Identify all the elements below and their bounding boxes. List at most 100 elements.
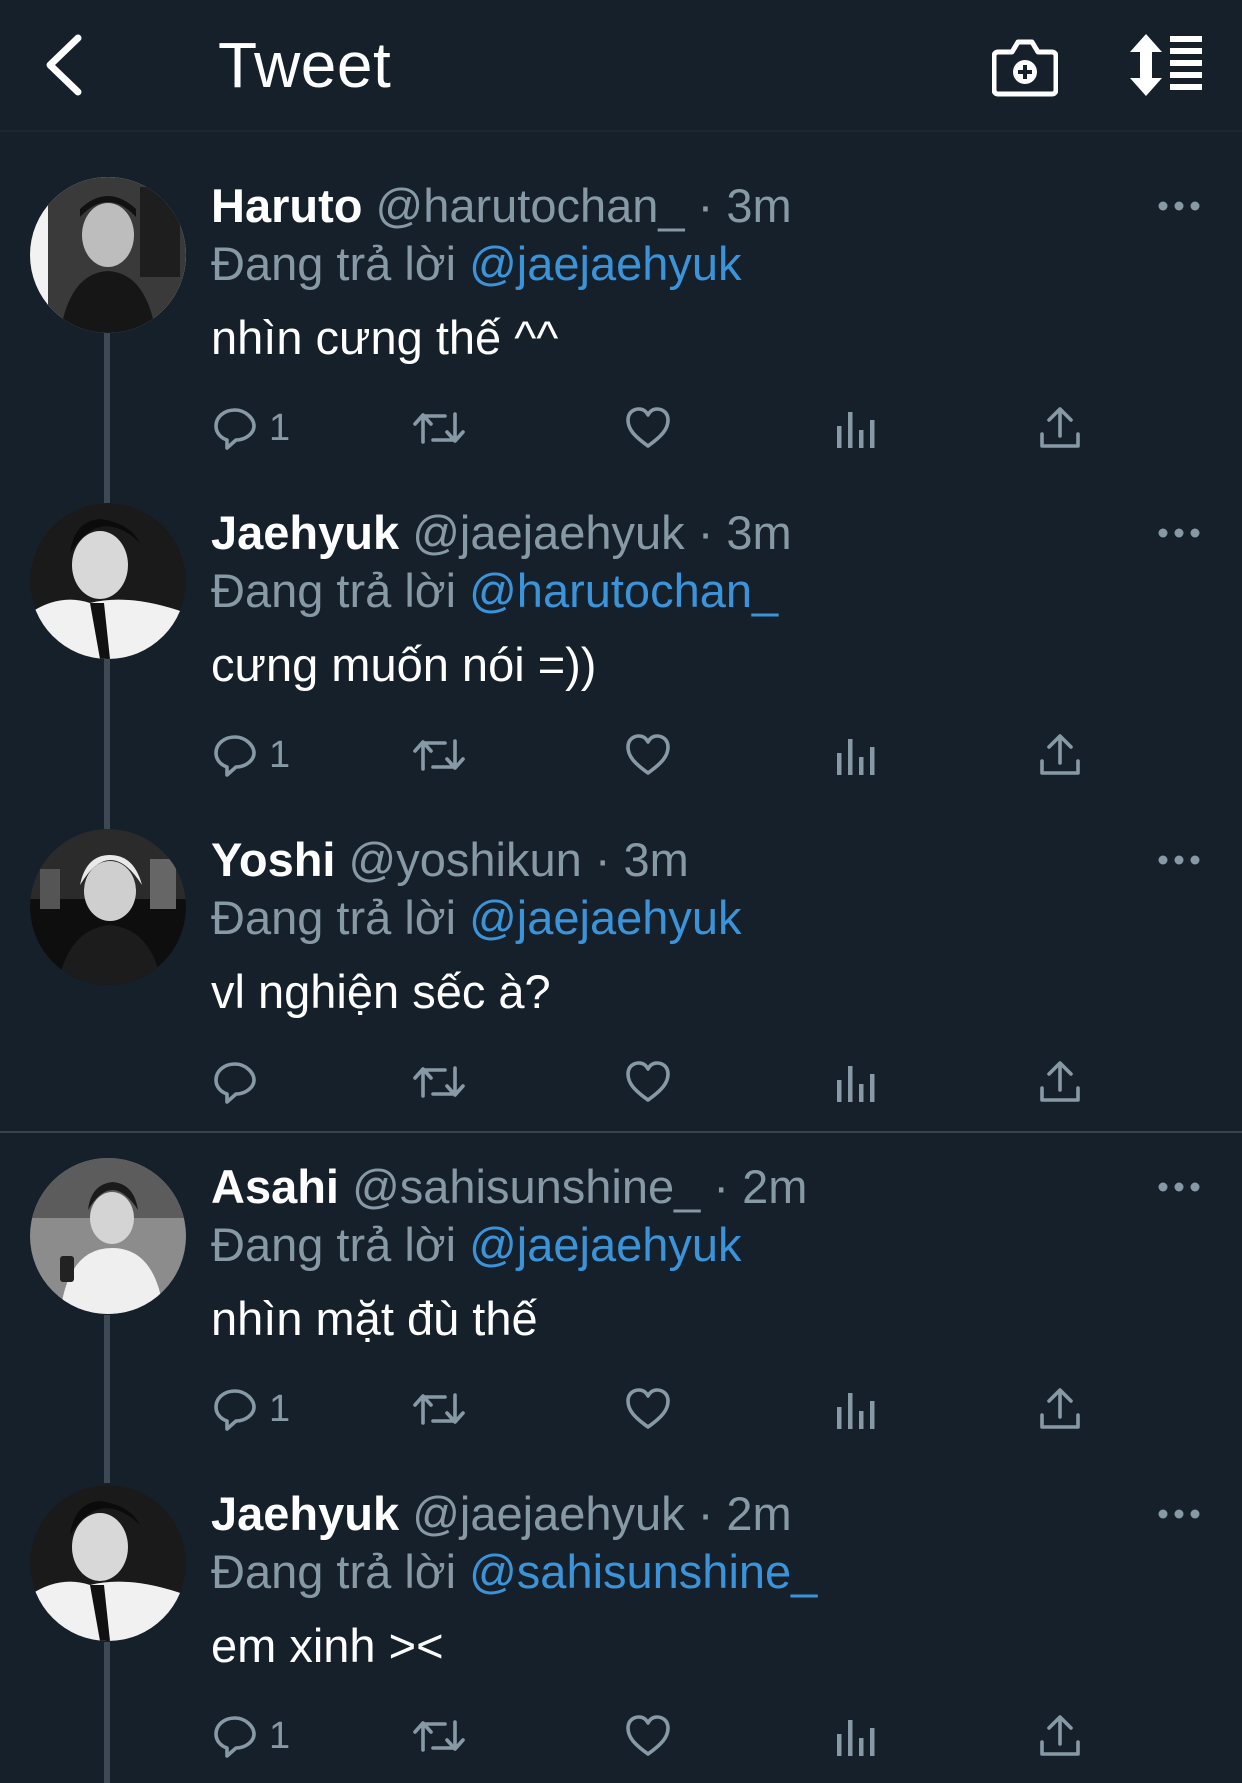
replying-to-label: Đang trả lời <box>211 564 457 617</box>
reply-mention[interactable]: @jaejaehyuk <box>469 891 741 944</box>
replying-to: Đang trả lời @jaejaehyuk <box>211 890 742 945</box>
reply-count: 1 <box>269 406 291 449</box>
tweet-text: em xinh >< <box>211 1619 444 1672</box>
sort-list-icon <box>1130 34 1202 96</box>
tweet-actions: 1 <box>211 398 1111 458</box>
tweet-text: vl nghiện sếc à? <box>211 965 551 1018</box>
display-name[interactable]: Jaehyuk <box>211 506 399 559</box>
replying-to-label: Đang trả lời <box>211 1218 457 1271</box>
display-name[interactable]: Jaehyuk <box>211 1487 399 1540</box>
username[interactable]: @jaejaehyuk <box>412 1487 684 1540</box>
username[interactable]: @yoshikun <box>349 833 582 886</box>
replying-to: Đang trả lời @jaejaehyuk <box>211 236 742 291</box>
reply-button[interactable]: 1 <box>211 1706 290 1766</box>
analytics-button[interactable] <box>834 398 878 458</box>
tweet-actions: 1 <box>211 1706 1111 1766</box>
more-horizontal-icon <box>1158 855 1200 865</box>
share-button[interactable] <box>1038 1052 1082 1112</box>
more-horizontal-icon <box>1158 1182 1200 1192</box>
avatar[interactable] <box>30 829 186 985</box>
like-button[interactable] <box>624 398 672 458</box>
timestamp[interactable]: 3m <box>726 179 791 232</box>
like-button[interactable] <box>624 725 672 785</box>
like-button[interactable] <box>624 1379 672 1439</box>
separator-dot: · <box>713 1160 729 1213</box>
camera-plus-icon <box>991 39 1059 97</box>
reply-button[interactable] <box>211 1052 269 1112</box>
back-button[interactable] <box>40 30 90 100</box>
reply-button[interactable]: 1 <box>211 398 290 458</box>
reply-icon <box>214 408 256 450</box>
username[interactable]: @sahisunshine_ <box>352 1160 700 1213</box>
avatar[interactable] <box>30 503 186 659</box>
more-options-button[interactable] <box>1155 523 1205 543</box>
more-options-button[interactable] <box>1155 850 1205 870</box>
heart-icon <box>626 1388 670 1429</box>
timestamp[interactable]: 3m <box>624 833 689 886</box>
camera-button[interactable] <box>991 30 1059 100</box>
tweet-actions <box>211 1052 1111 1112</box>
display-name[interactable]: Haruto <box>211 179 362 232</box>
tweet-header: Jaehyuk @jaejaehyuk · 2m <box>211 1486 792 1541</box>
tweet-actions: 1 <box>211 725 1111 785</box>
reply-mention[interactable]: @sahisunshine_ <box>469 1545 817 1598</box>
tweet-text: nhìn mặt đù thế <box>211 1292 538 1345</box>
analytics-icon <box>837 1066 875 1102</box>
display-name[interactable]: Yoshi <box>211 833 335 886</box>
share-button[interactable] <box>1038 1379 1082 1439</box>
share-button[interactable] <box>1038 725 1082 785</box>
timestamp[interactable]: 2m <box>726 1487 791 1540</box>
share-button[interactable] <box>1038 1706 1082 1766</box>
replying-to-label: Đang trả lời <box>211 1545 457 1598</box>
avatar[interactable] <box>30 1485 186 1641</box>
timestamp[interactable]: 3m <box>726 506 791 559</box>
retweet-button[interactable] <box>411 398 467 458</box>
share-icon <box>1040 734 1080 775</box>
share-icon <box>1040 1715 1080 1756</box>
reply-mention[interactable]: @harutochan_ <box>469 564 778 617</box>
more-options-button[interactable] <box>1155 196 1205 216</box>
reply-button[interactable]: 1 <box>211 725 290 785</box>
avatar[interactable] <box>30 177 186 333</box>
share-button[interactable] <box>1038 398 1082 458</box>
retweet-button[interactable] <box>411 725 467 785</box>
reply-button[interactable]: 1 <box>211 1379 290 1439</box>
retweet-button[interactable] <box>411 1706 467 1766</box>
analytics-button[interactable] <box>834 1379 878 1439</box>
sort-button[interactable] <box>1128 32 1208 98</box>
thread-line <box>104 1642 110 1783</box>
retweet-button[interactable] <box>411 1052 467 1112</box>
reply-mention[interactable]: @jaejaehyuk <box>469 237 741 290</box>
reply-mention[interactable]: @jaejaehyuk <box>469 1218 741 1271</box>
tweet-header: Asahi @sahisunshine_ · 2m <box>211 1159 807 1214</box>
retweet-button[interactable] <box>411 1379 467 1439</box>
replying-to-label: Đang trả lời <box>211 891 457 944</box>
reply-icon <box>214 735 256 777</box>
analytics-icon <box>837 739 875 775</box>
more-options-button[interactable] <box>1155 1177 1205 1197</box>
username[interactable]: @harutochan_ <box>376 179 685 232</box>
analytics-button[interactable] <box>834 1052 878 1112</box>
tweet-text: nhìn cưng thế ^^ <box>211 311 559 364</box>
like-button[interactable] <box>624 1706 672 1766</box>
more-options-button[interactable] <box>1155 1504 1205 1524</box>
avatar[interactable] <box>30 1158 186 1314</box>
analytics-button[interactable] <box>834 1706 878 1766</box>
heart-icon <box>626 1061 670 1102</box>
tweet-actions: 1 <box>211 1379 1111 1439</box>
more-horizontal-icon <box>1158 1509 1200 1519</box>
username[interactable]: @jaejaehyuk <box>412 506 684 559</box>
heart-icon <box>626 407 670 448</box>
display-name[interactable]: Asahi <box>211 1160 339 1213</box>
reply-icon <box>214 1389 256 1431</box>
tweet-header: Haruto @harutochan_ · 3m <box>211 178 792 233</box>
separator-dot: · <box>697 1487 714 1540</box>
like-button[interactable] <box>624 1052 672 1112</box>
reply-count: 1 <box>269 733 291 776</box>
reply-icon <box>214 1062 256 1104</box>
top-bar: Tweet <box>0 0 1242 132</box>
analytics-button[interactable] <box>834 725 878 785</box>
timestamp[interactable]: 2m <box>742 1160 807 1213</box>
more-horizontal-icon <box>1158 528 1200 538</box>
reply-count: 1 <box>269 1387 291 1430</box>
